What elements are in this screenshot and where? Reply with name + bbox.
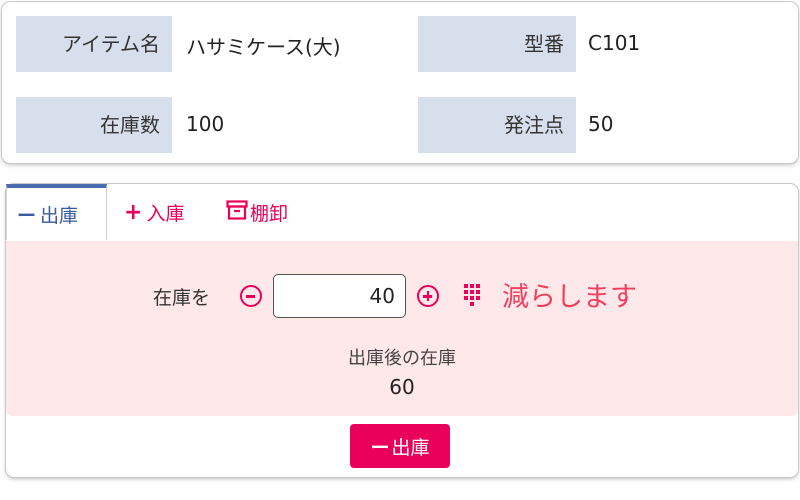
action-description: 減らします bbox=[502, 282, 637, 313]
stock-count-label: 在庫数 bbox=[16, 97, 172, 153]
operation-tabs: ー 出庫 + 入庫 棚卸 bbox=[6, 184, 798, 240]
shipment-panel: 在庫を 減らします 出庫後の在庫 60 bbox=[6, 241, 798, 416]
after-stock-label: 出庫後の在庫 bbox=[348, 348, 456, 369]
shipment-submit-button[interactable]: ー 出庫 bbox=[350, 424, 450, 468]
item-name-value: ハサミケース(大) bbox=[186, 35, 341, 59]
tab-shipment-label: 出庫 bbox=[40, 204, 79, 227]
stock-operation-card: ー 出庫 + 入庫 棚卸 在庫を 40 減らします 出庫後の在庫 60 ー 出庫 bbox=[6, 184, 798, 477]
minus-circle-icon bbox=[246, 295, 255, 298]
reorder-point-label: 発注点 bbox=[418, 97, 576, 153]
plus-circle-icon bbox=[426, 291, 429, 301]
item-info-card: アイテム名 ハサミケース(大) 型番 C101 在庫数 100 発注点 50 bbox=[2, 2, 798, 163]
keypad-icon[interactable] bbox=[464, 284, 482, 306]
reorder-point-value: 50 bbox=[588, 112, 614, 136]
tab-receipt[interactable]: + 入庫 bbox=[124, 184, 214, 240]
item-name-label: アイテム名 bbox=[16, 16, 172, 72]
submit-label: 出庫 bbox=[391, 436, 430, 459]
minus-icon: ー bbox=[17, 204, 37, 227]
quantity-prefix-label: 在庫を bbox=[153, 287, 211, 309]
decrement-button[interactable] bbox=[240, 285, 262, 307]
quantity-input[interactable] bbox=[273, 274, 406, 318]
model-number-value: C101 bbox=[588, 31, 641, 55]
tab-inventory-count-label: 棚卸 bbox=[250, 202, 289, 225]
after-stock-value: 60 bbox=[389, 375, 415, 399]
tab-receipt-label: 入庫 bbox=[146, 202, 185, 225]
tab-inventory-count[interactable]: 棚卸 bbox=[226, 184, 316, 240]
stock-count-value: 100 bbox=[186, 112, 225, 136]
tab-shipment[interactable]: ー 出庫 bbox=[6, 184, 107, 240]
quantity-row: 在庫を 減らします bbox=[6, 274, 798, 318]
model-number-label: 型番 bbox=[418, 16, 576, 72]
minus-icon: ー bbox=[370, 436, 390, 459]
archive-icon bbox=[226, 199, 248, 225]
increment-button[interactable] bbox=[417, 285, 439, 307]
plus-icon: + bbox=[124, 199, 143, 225]
